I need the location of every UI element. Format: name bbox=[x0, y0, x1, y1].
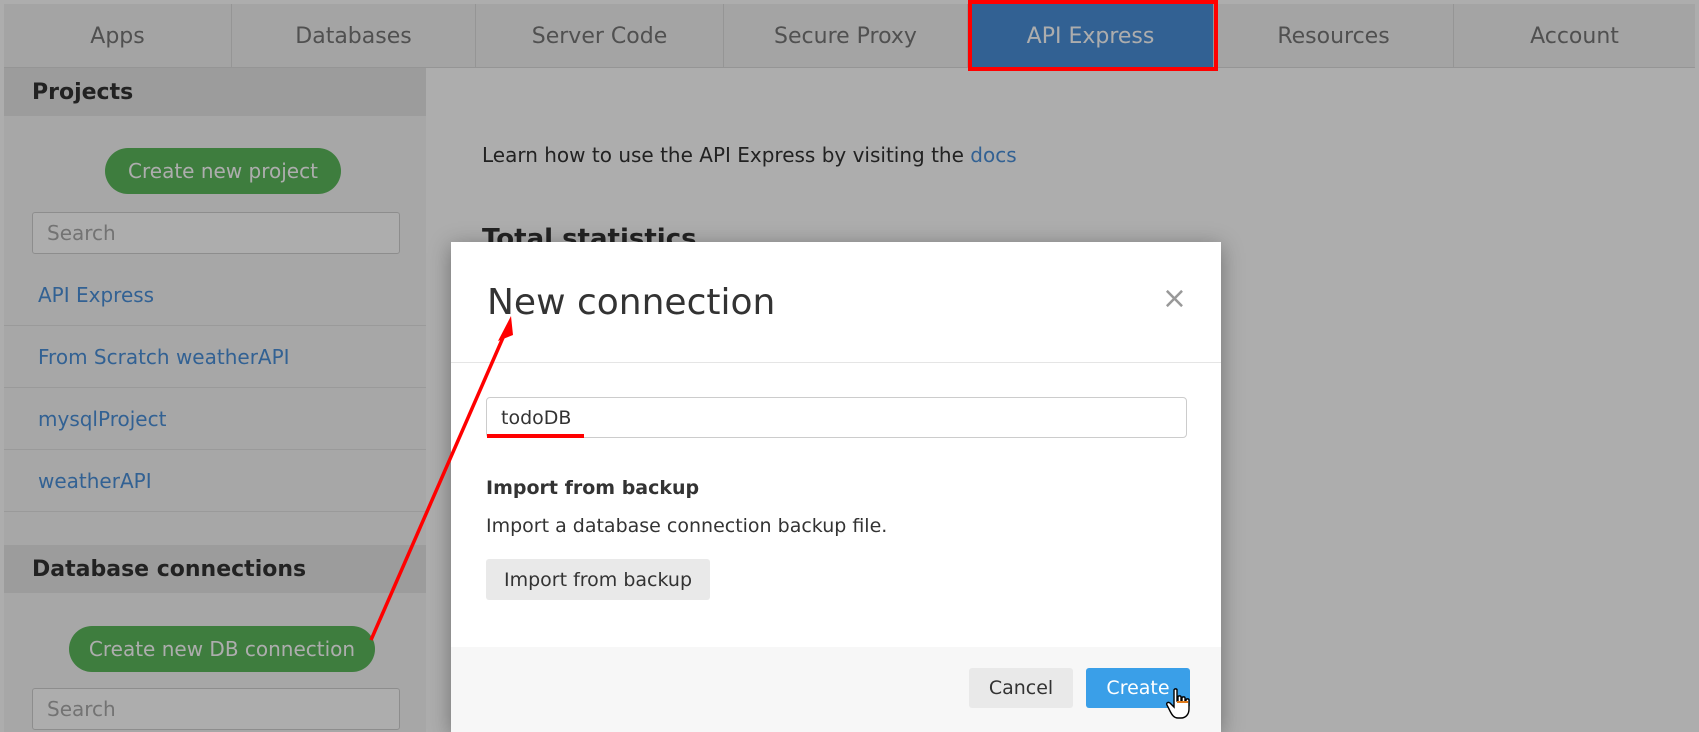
modal-header: New connection × bbox=[451, 242, 1221, 363]
new-connection-modal: New connection × todoDB Import from back… bbox=[451, 242, 1221, 732]
cancel-button[interactable]: Cancel bbox=[969, 668, 1073, 708]
connection-name-input[interactable]: todoDB bbox=[486, 397, 1187, 438]
close-icon[interactable]: × bbox=[1162, 284, 1187, 314]
modal-title: New connection bbox=[487, 282, 776, 323]
import-backup-button[interactable]: Import from backup bbox=[486, 559, 710, 600]
import-description: Import a database connection backup file… bbox=[486, 515, 888, 537]
import-heading: Import from backup bbox=[486, 477, 700, 499]
hand-cursor-icon bbox=[1166, 688, 1190, 719]
